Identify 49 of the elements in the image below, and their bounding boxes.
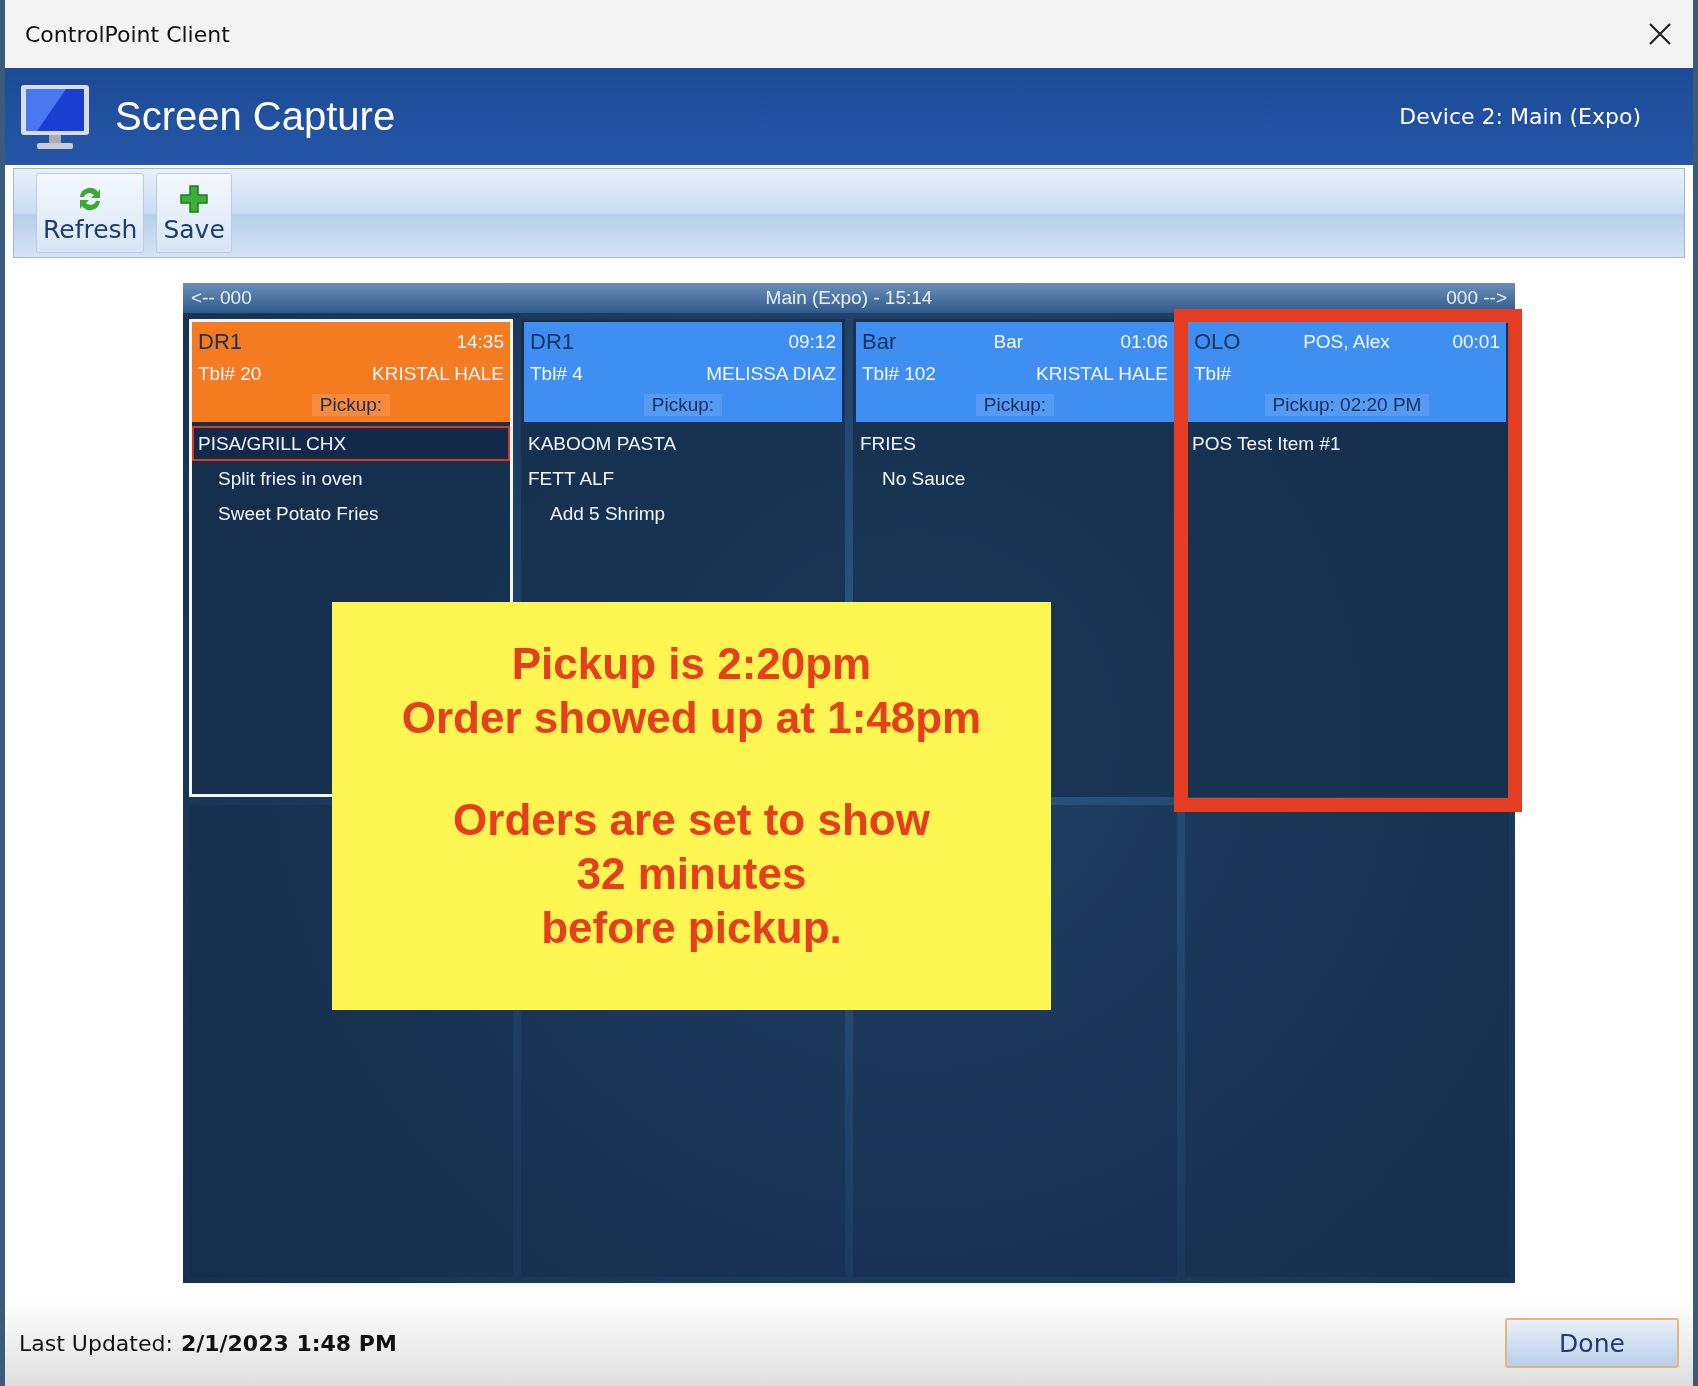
done-button[interactable]: Done — [1505, 1318, 1679, 1368]
next-page-link[interactable]: 000 --> — [1446, 287, 1507, 309]
ticket-server: Bar — [993, 331, 1024, 353]
item-modifier[interactable]: Split fries in oven — [192, 461, 510, 496]
annotation-text: Pickup is 2:20pm — [511, 638, 872, 690]
order-item[interactable]: PISA/GRILL CHX — [192, 426, 510, 461]
ticket-source: OLO — [1194, 329, 1241, 355]
annotation-text: Order showed up at 1:48pm — [401, 692, 982, 744]
ticket-server: POS, Alex — [1303, 331, 1390, 353]
order-ticket[interactable]: DR1 09:12 Tbl# 4 MELISSA DIAZ Pickup: KABOOM PASTA FETT ALF Add 5 Shrimp — [524, 322, 842, 584]
ticket-source: Bar — [862, 329, 897, 355]
ticket-elapsed-time: 00:01 — [1452, 331, 1500, 353]
ticket-table: Tbl# 102 — [862, 363, 936, 385]
window-title: ControlPoint Client — [25, 21, 230, 47]
plus-icon — [178, 182, 211, 215]
save-button[interactable]: Save — [156, 173, 232, 253]
screen-title: Main (Expo) - 15:14 — [765, 287, 933, 309]
device-label: Device 2: Main (Expo) — [1399, 104, 1641, 129]
annotation-text: 32 minutes — [576, 848, 807, 900]
order-item[interactable]: KABOOM PASTA — [524, 426, 842, 461]
ticket-server-name: KRISTAL HALE — [372, 363, 504, 385]
last-updated-value: 2/1/2023 1:48 PM — [180, 1330, 397, 1356]
item-modifier[interactable]: Sweet Potato Fries — [192, 496, 510, 531]
last-updated-label: Last Updated: — [19, 1330, 173, 1356]
ticket-elapsed-time: 09:12 — [788, 331, 836, 353]
ticket-elapsed-time: 01:06 — [1120, 331, 1168, 353]
previous-page-link[interactable]: <-- 000 — [191, 287, 252, 309]
ticket-table: Tbl# 4 — [530, 363, 583, 385]
order-item[interactable]: POS Test Item #1 — [1188, 426, 1506, 461]
pickup-time: Pickup: — [643, 394, 723, 416]
page-title: Screen Capture — [115, 94, 397, 139]
ticket-table: Tbl# — [1194, 363, 1231, 385]
order-item[interactable]: FRIES — [856, 426, 1174, 461]
pickup-time: Pickup: 02:20 PM — [1264, 394, 1430, 416]
pickup-time: Pickup: — [311, 394, 391, 416]
refresh-button[interactable]: Refresh — [36, 173, 145, 253]
ticket-server-name: MELISSA DIAZ — [706, 363, 836, 385]
annotation-text: before pickup. — [541, 902, 842, 954]
ticket-source: DR1 — [530, 329, 574, 355]
pickup-time: Pickup: — [975, 394, 1055, 416]
ticket-table: Tbl# 20 — [198, 363, 262, 385]
annotation-text: Orders are set to show — [453, 794, 930, 846]
ticket-elapsed-time: 14:35 — [456, 331, 504, 353]
item-modifier[interactable]: Add 5 Shrimp — [524, 496, 842, 531]
close-icon[interactable] — [1647, 21, 1673, 47]
item-modifier[interactable]: No Sauce — [856, 461, 1174, 496]
ticket-source: DR1 — [198, 329, 242, 355]
order-item[interactable]: FETT ALF — [524, 461, 842, 496]
ticket-server-name: KRISTAL HALE — [1036, 363, 1168, 385]
